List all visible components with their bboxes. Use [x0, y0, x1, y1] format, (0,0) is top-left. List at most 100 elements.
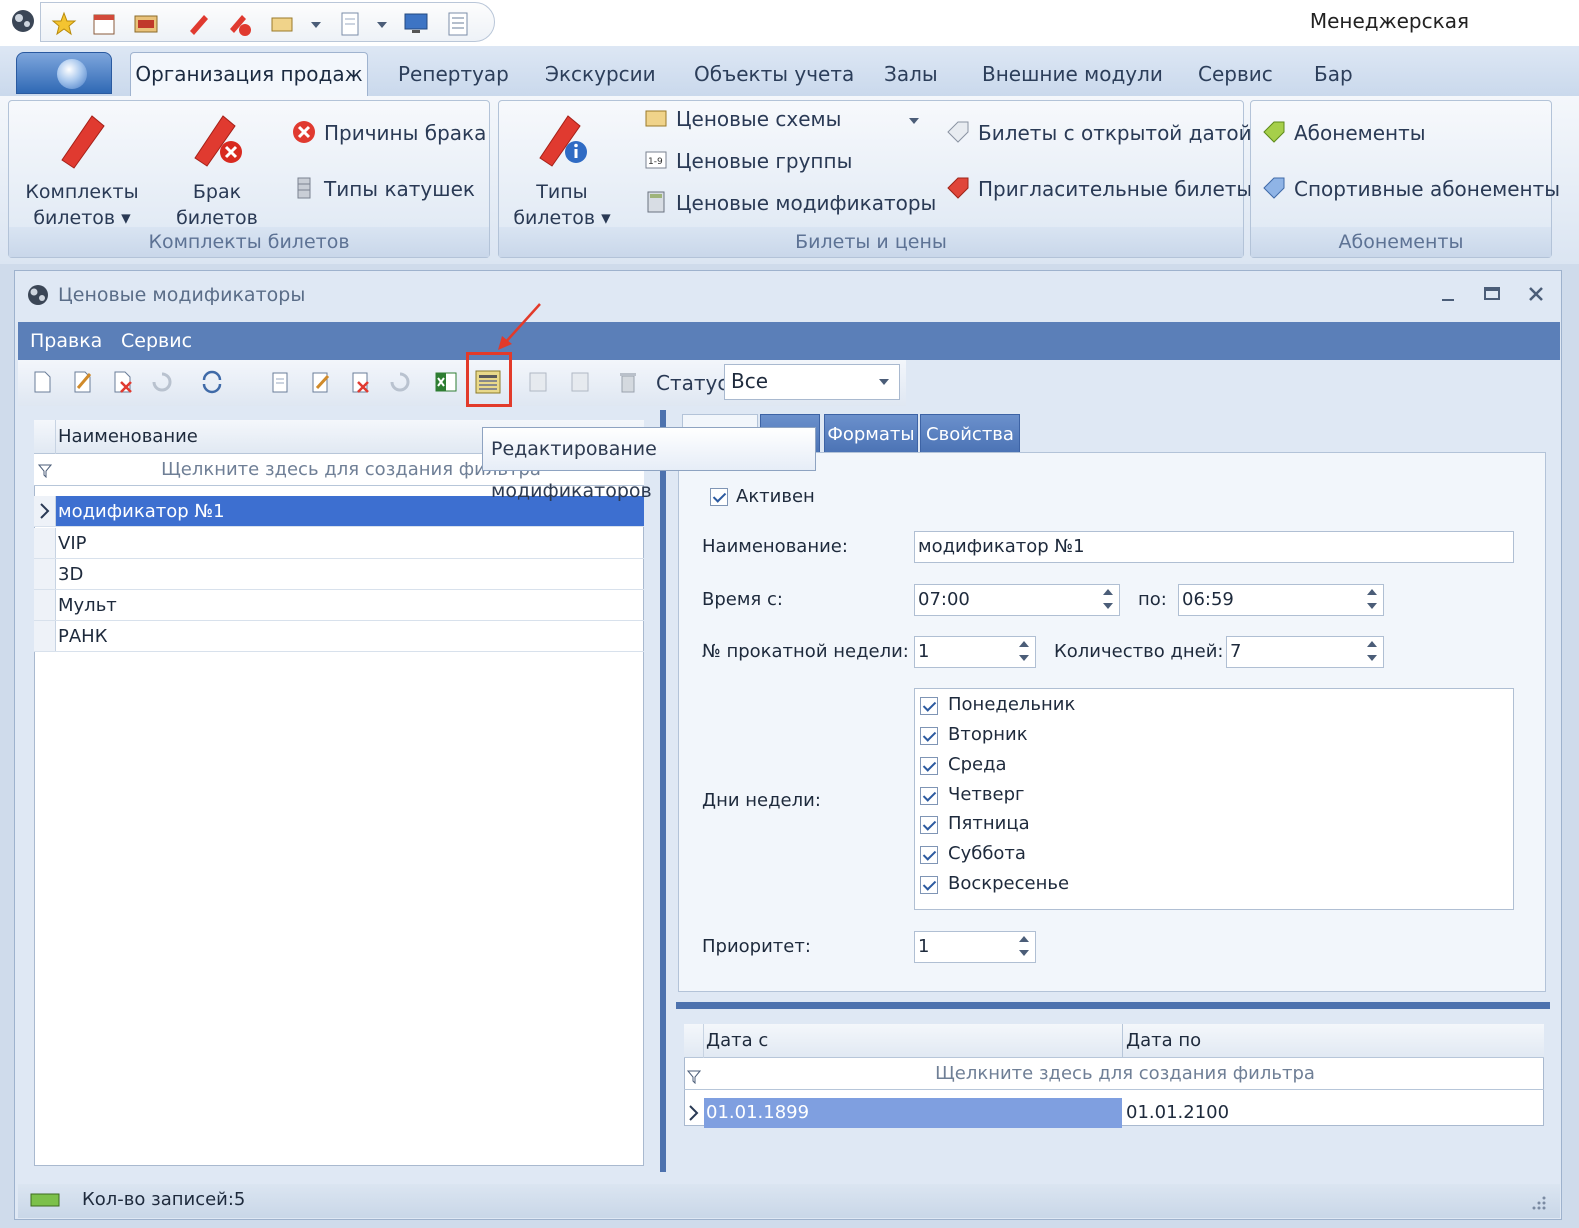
excel-export-icon[interactable] — [434, 370, 458, 394]
date-from-cell[interactable]: 01.01.1899 — [704, 1098, 1122, 1128]
active-checkbox[interactable] — [710, 488, 728, 506]
name-input[interactable]: модификатор №1 — [914, 531, 1514, 563]
undo-record-icon[interactable] — [388, 370, 412, 394]
delete-icon[interactable] — [110, 370, 134, 394]
row-indicator — [34, 496, 56, 526]
prichiny-braka-button[interactable]: Причины брака — [292, 120, 486, 145]
move-down-icon[interactable] — [568, 370, 592, 394]
dates-filter-row[interactable]: Щелкните здесь для создания фильтра — [684, 1058, 1544, 1090]
button-label: Ценовые схемы — [676, 107, 842, 131]
refresh-icon[interactable] — [200, 370, 224, 394]
weekday-label: Суббота — [948, 843, 1026, 864]
chevron-down-icon[interactable] — [908, 116, 920, 126]
tsenovye-skhemy-button[interactable]: Ценовые схемы — [644, 106, 841, 131]
time-to-input[interactable]: 06:59 — [1178, 584, 1384, 616]
hall-icon[interactable] — [133, 11, 159, 37]
header-indicator — [684, 1024, 704, 1058]
application-menu-button[interactable] — [16, 52, 112, 94]
button-label: Типы катушек — [324, 177, 475, 201]
time-from-input[interactable]: 07:00 — [914, 584, 1120, 616]
list-item-label: Мульт — [58, 595, 117, 616]
tipy-biletov-button[interactable]: Типы билетов ▾ — [504, 108, 620, 231]
tab-formaty[interactable]: Форматы — [824, 414, 918, 454]
tab-vneshnie-moduli[interactable]: Внешние модули — [982, 62, 1163, 86]
weekday-checkbox[interactable] — [920, 757, 938, 775]
column-header-name[interactable]: Наименование — [58, 426, 198, 447]
list-item[interactable]: VIP — [34, 528, 644, 559]
horizontal-splitter[interactable] — [676, 1002, 1550, 1009]
time-to-label: по: — [1138, 589, 1167, 610]
tab-ekskursii[interactable]: Экскурсии — [545, 62, 656, 86]
weekday-checkbox[interactable] — [920, 787, 938, 805]
tsenovye-gruppy-button[interactable]: 1-9 Ценовые группы — [644, 148, 852, 173]
edit-icon[interactable] — [70, 370, 94, 394]
sportivnye-abonementy-button[interactable]: Спортивные абонементы — [1262, 176, 1560, 201]
priority-input[interactable]: 1 — [914, 931, 1036, 963]
undo-icon[interactable] — [150, 370, 174, 394]
ticket-defect-icon[interactable] — [226, 11, 252, 37]
time-from-label: Время с: — [702, 589, 783, 610]
new-icon[interactable] — [30, 370, 54, 394]
column-header-date-to[interactable]: Дата по — [1126, 1030, 1201, 1051]
tipy-katushek-button[interactable]: Типы катушек — [292, 176, 475, 201]
tab-zaly[interactable]: Залы — [884, 62, 938, 86]
weekday-checkbox[interactable] — [920, 697, 938, 715]
tab-repertuar[interactable]: Репертуар — [398, 62, 509, 86]
brak-biletov-button[interactable]: Брак билетов — [160, 108, 274, 231]
resize-grip-icon[interactable] — [1530, 1194, 1548, 1212]
minimize-icon[interactable] — [1440, 290, 1458, 304]
days-count-input[interactable]: 7 — [1226, 636, 1384, 668]
list-item[interactable]: 3D — [34, 559, 644, 590]
status-select[interactable]: Все — [724, 364, 900, 400]
weekday-checkbox[interactable] — [920, 816, 938, 834]
weekday-checkbox[interactable] — [920, 876, 938, 894]
date-to-cell[interactable]: 01.01.2100 — [1126, 1098, 1544, 1128]
tab-obekty-ucheta[interactable]: Объекты учета — [694, 62, 854, 86]
weekday-checkbox[interactable] — [920, 846, 938, 864]
maximize-icon[interactable] — [1484, 286, 1502, 302]
tab-organizatsiya-prodazh[interactable]: Организация продаж — [130, 52, 368, 98]
trash-icon[interactable] — [616, 370, 640, 394]
dropdown-arrow-icon[interactable] — [309, 11, 323, 37]
edit-modifiers-icon[interactable] — [474, 368, 502, 396]
app-logo-icon[interactable] — [8, 6, 38, 36]
list-item-label: VIP — [58, 533, 87, 554]
menu-pravka[interactable]: Правка — [30, 330, 102, 352]
move-up-icon[interactable] — [526, 370, 550, 394]
priglasitelnye-bilety-button[interactable]: Пригласительные билеты — [946, 176, 1252, 201]
list-item[interactable]: Мульт — [34, 590, 644, 621]
abonementy-button[interactable]: Абонементы — [1262, 120, 1426, 145]
table-row[interactable]: 01.01.1899 01.01.2100 — [684, 1098, 1544, 1128]
calendar-icon[interactable] — [91, 11, 117, 37]
group-label: Абонементы — [1251, 227, 1551, 257]
chevron-right-icon — [40, 503, 50, 519]
list-item[interactable]: РАНК — [34, 621, 644, 652]
copy-icon[interactable] — [268, 370, 292, 394]
tab-bar[interactable]: Бар — [1314, 62, 1353, 86]
ticket-defect-icon — [194, 115, 242, 167]
time-from-value: 07:00 — [918, 589, 970, 610]
monitor-icon[interactable] — [403, 11, 429, 37]
coupon-icon[interactable] — [269, 11, 295, 37]
vertical-splitter[interactable] — [660, 410, 666, 1172]
edit-record-icon[interactable] — [308, 370, 332, 394]
ticket-icon[interactable] — [186, 11, 212, 37]
tab-svoystva[interactable]: Свойства — [920, 414, 1020, 454]
star-icon[interactable] — [51, 11, 77, 37]
column-header-date-from[interactable]: Дата с — [706, 1030, 768, 1051]
close-icon[interactable] — [1528, 286, 1546, 302]
menu-servis[interactable]: Сервис — [121, 330, 192, 352]
delete-record-icon[interactable] — [348, 370, 372, 394]
list-icon[interactable] — [445, 11, 471, 37]
bilety-s-otkrytoy-datoy-button[interactable]: Билеты с открытой датой — [946, 120, 1252, 145]
window-menubar — [18, 322, 1560, 360]
group-label: Билеты и цены — [499, 227, 1243, 257]
komplekty-biletov-button[interactable]: Комплекты билетов ▾ — [20, 108, 144, 231]
tab-servis[interactable]: Сервис — [1198, 62, 1273, 86]
weekdays-label: Дни недели: — [702, 790, 821, 811]
tsenovye-modifikatory-button[interactable]: Ценовые модификаторы — [644, 190, 936, 215]
document-icon[interactable] — [337, 11, 363, 37]
weekday-checkbox[interactable] — [920, 727, 938, 745]
dropdown-arrow-icon[interactable] — [375, 11, 389, 37]
week-input[interactable]: 1 — [914, 636, 1036, 668]
